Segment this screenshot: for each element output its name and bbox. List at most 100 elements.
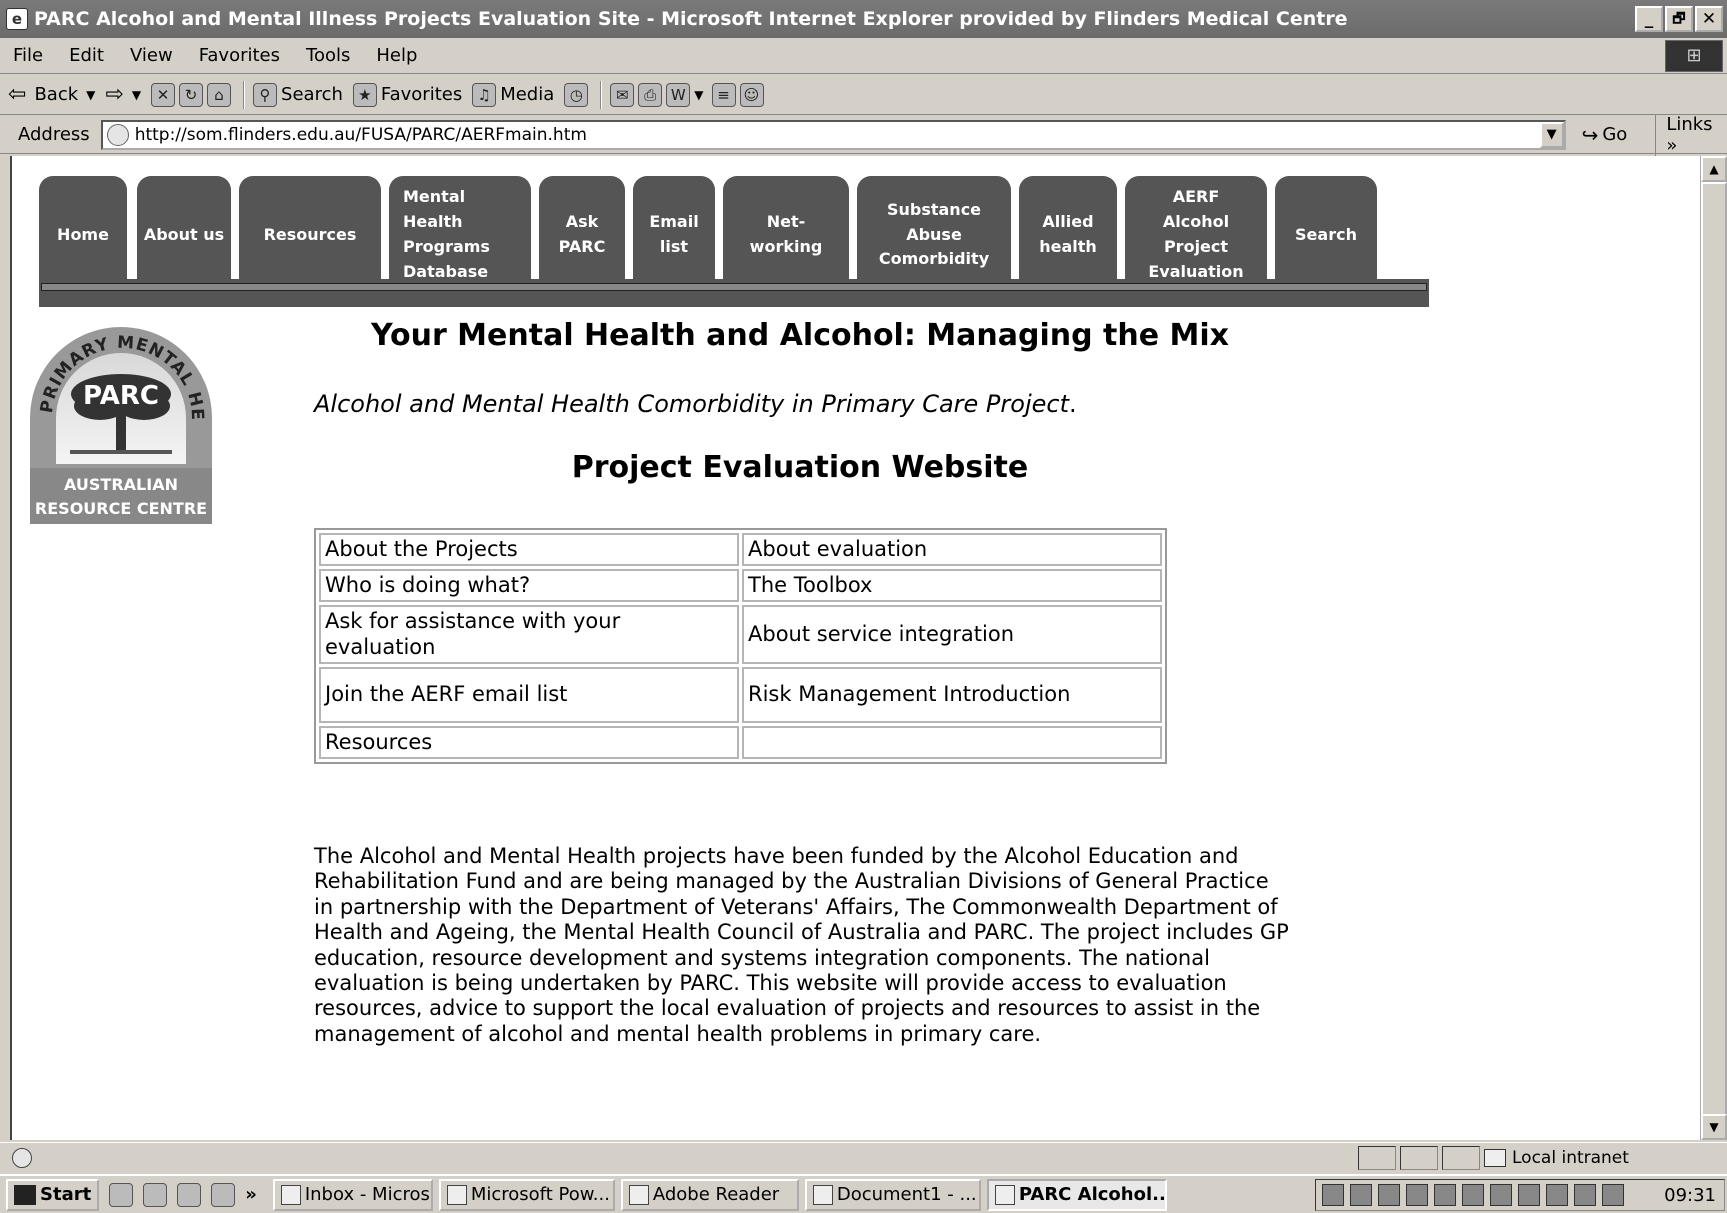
mail-icon[interactable]: ✉ — [610, 82, 635, 107]
windows-flag-icon — [14, 1184, 36, 1205]
zone-label: Local intranet — [1512, 1148, 1629, 1168]
outlook-quicklaunch-icon[interactable] — [177, 1182, 202, 1207]
show-desktop-icon[interactable] — [109, 1182, 134, 1207]
menu-tools[interactable]: Tools — [293, 45, 363, 66]
nav-tab-substance-abuse[interactable]: Substance Abuse Comorbidity — [857, 176, 1011, 294]
go-button[interactable]: ↪ Go — [1582, 123, 1628, 147]
nav-tab-search[interactable]: Search — [1275, 176, 1377, 294]
page-icon — [106, 123, 129, 146]
menu-file[interactable]: File — [0, 45, 56, 66]
restore-button[interactable]: 🗗 — [1665, 6, 1693, 32]
vertical-scrollbar[interactable]: ▲ ▼ — [1700, 156, 1727, 1140]
chevron-down-icon: ▼ — [86, 87, 96, 102]
task-powerpoint[interactable]: Microsoft Pow... — [438, 1178, 615, 1211]
update-icon[interactable] — [1574, 1184, 1596, 1206]
page-title: Your Mental Health and Alcohol: Managing… — [371, 318, 1229, 353]
menu-favorites[interactable]: Favorites — [186, 45, 293, 66]
refresh-icon[interactable]: ↻ — [179, 82, 204, 107]
volume-icon[interactable] — [1322, 1184, 1344, 1206]
nav-tab-aerf[interactable]: AERF Alcohol Project Evaluation — [1125, 176, 1267, 294]
edit-word-icon[interactable]: W — [666, 82, 691, 107]
antivirus-icon[interactable] — [1462, 1184, 1484, 1206]
task-parc-alcohol[interactable]: PARC Alcohol... — [986, 1178, 1167, 1211]
nav-tab-about[interactable]: About us — [137, 176, 231, 294]
link-ask-for-assistance[interactable]: Ask for assistance with your evaluation — [319, 605, 739, 664]
link-service-integration[interactable]: About service integration — [742, 605, 1162, 664]
links-button[interactable]: Links » — [1655, 113, 1727, 156]
messenger-icon[interactable]: ☺ — [739, 82, 764, 107]
history-icon[interactable]: ◷ — [564, 82, 589, 107]
intranet-icon — [1484, 1149, 1506, 1167]
media-player-icon[interactable] — [1350, 1184, 1372, 1206]
address-input[interactable]: http://som.flinders.edu.au/FUSA/PARC/AER… — [100, 119, 1566, 150]
network-icon[interactable] — [1434, 1184, 1456, 1206]
n-app-icon[interactable] — [1406, 1184, 1428, 1206]
nav-tab-allied-health[interactable]: Allied health — [1019, 176, 1117, 294]
mail-tray-icon[interactable] — [1602, 1184, 1624, 1206]
favorites-label: Favorites — [380, 84, 463, 105]
task-adobe-reader[interactable]: Adobe Reader — [620, 1178, 799, 1211]
table-row: Who is doing what? The Toolbox — [319, 569, 1162, 603]
clock: 09:31 — [1664, 1185, 1716, 1206]
menu-edit[interactable]: Edit — [56, 45, 117, 66]
minimize-button[interactable]: _ — [1635, 6, 1663, 32]
link-who-is-doing-what[interactable]: Who is doing what? — [319, 569, 739, 603]
start-button[interactable]: Start — [6, 1178, 100, 1211]
stop-icon[interactable]: ✕ — [151, 82, 176, 107]
ie-icon — [994, 1184, 1015, 1205]
safely-remove-icon[interactable] — [1546, 1184, 1568, 1206]
scroll-down-icon[interactable]: ▼ — [1701, 1114, 1727, 1140]
nav-tab-home[interactable]: Home — [39, 176, 127, 294]
link-resources[interactable]: Resources — [319, 725, 739, 759]
address-label: Address — [18, 124, 90, 145]
menu-view[interactable]: View — [117, 45, 186, 66]
toolbar: ⇦ Back ▼ ⇨ ▼ ✕ ↻ ⌂ ⚲ Search ★ Favorites … — [0, 75, 1727, 115]
chevron-down-icon[interactable]: ▼ — [1539, 121, 1564, 148]
nav-tab-resources[interactable]: Resources — [239, 176, 381, 294]
language-en-icon[interactable] — [1490, 1184, 1512, 1206]
close-button[interactable]: ✕ — [1695, 6, 1723, 32]
parc-logo: PRIMARY MENTAL HEALTH CARE PARC AUSTRALI… — [30, 314, 212, 524]
clock-quicklaunch-icon[interactable] — [211, 1182, 236, 1207]
nav-tab-label: Email list — [649, 212, 699, 256]
scroll-up-icon[interactable]: ▲ — [1701, 156, 1727, 182]
toolbar-separator — [600, 80, 603, 109]
task-document1[interactable]: Document1 - ... — [804, 1178, 981, 1211]
discuss-icon[interactable]: ≡ — [711, 82, 736, 107]
page-viewport: Home About us Resources Mental Health Pr… — [10, 156, 1700, 1140]
search-button[interactable]: ⚲ Search — [253, 82, 343, 107]
ie-quicklaunch-icon[interactable] — [143, 1182, 168, 1207]
media-button[interactable]: ♫ Media — [472, 82, 554, 107]
home-icon[interactable]: ⌂ — [207, 82, 232, 107]
quicklaunch-chevron[interactable]: » — [245, 1184, 257, 1205]
address-url: http://som.flinders.edu.au/FUSA/PARC/AER… — [134, 124, 587, 145]
scrollbar-thumb[interactable] — [1701, 182, 1727, 1122]
title-bar: e PARC Alcohol and Mental Illness Projec… — [0, 0, 1727, 38]
link-toolbox[interactable]: The Toolbox — [742, 569, 1162, 603]
menu-help[interactable]: Help — [363, 45, 430, 66]
nav-tab-email-list[interactable]: Email list — [633, 176, 715, 294]
link-about-evaluation[interactable]: About evaluation — [742, 533, 1162, 567]
task-inbox[interactable]: Inbox - Micros... — [272, 1178, 433, 1211]
task-label: PARC Alcohol... — [1018, 1184, 1167, 1205]
link-about-projects[interactable]: About the Projects — [319, 533, 739, 567]
printer-icon[interactable] — [1518, 1184, 1540, 1206]
link-join-email-list[interactable]: Join the AERF email list — [319, 666, 739, 723]
status-bar: Local intranet — [0, 1142, 1727, 1172]
link-risk-management[interactable]: Risk Management Introduction — [742, 666, 1162, 723]
go-arrow-icon: ↪ — [1581, 122, 1599, 147]
chevron-down-icon: ▼ — [131, 87, 142, 102]
flag-icon[interactable] — [1378, 1184, 1400, 1206]
nav-tab-label: Substance Abuse Comorbidity — [878, 199, 990, 269]
nav-tab-networking[interactable]: Net- working — [723, 176, 849, 294]
back-button[interactable]: ⇦ Back ▼ — [8, 82, 95, 107]
nav-tab-mh-database[interactable]: Mental Health Programs Database — [389, 176, 531, 294]
print-icon[interactable]: ⎙ — [638, 82, 663, 107]
nav-tab-label: Mental Health Programs Database — [403, 187, 490, 281]
chevron-down-icon[interactable]: ▼ — [694, 88, 703, 102]
nav-tab-ask-parc[interactable]: Ask PARC — [539, 176, 625, 294]
task-label: Inbox - Micros... — [304, 1184, 433, 1205]
favorites-button[interactable]: ★ Favorites — [352, 82, 463, 107]
forward-button[interactable]: ⇨ ▼ — [105, 82, 141, 107]
browser-window: e PARC Alcohol and Mental Illness Projec… — [0, 0, 1727, 1213]
